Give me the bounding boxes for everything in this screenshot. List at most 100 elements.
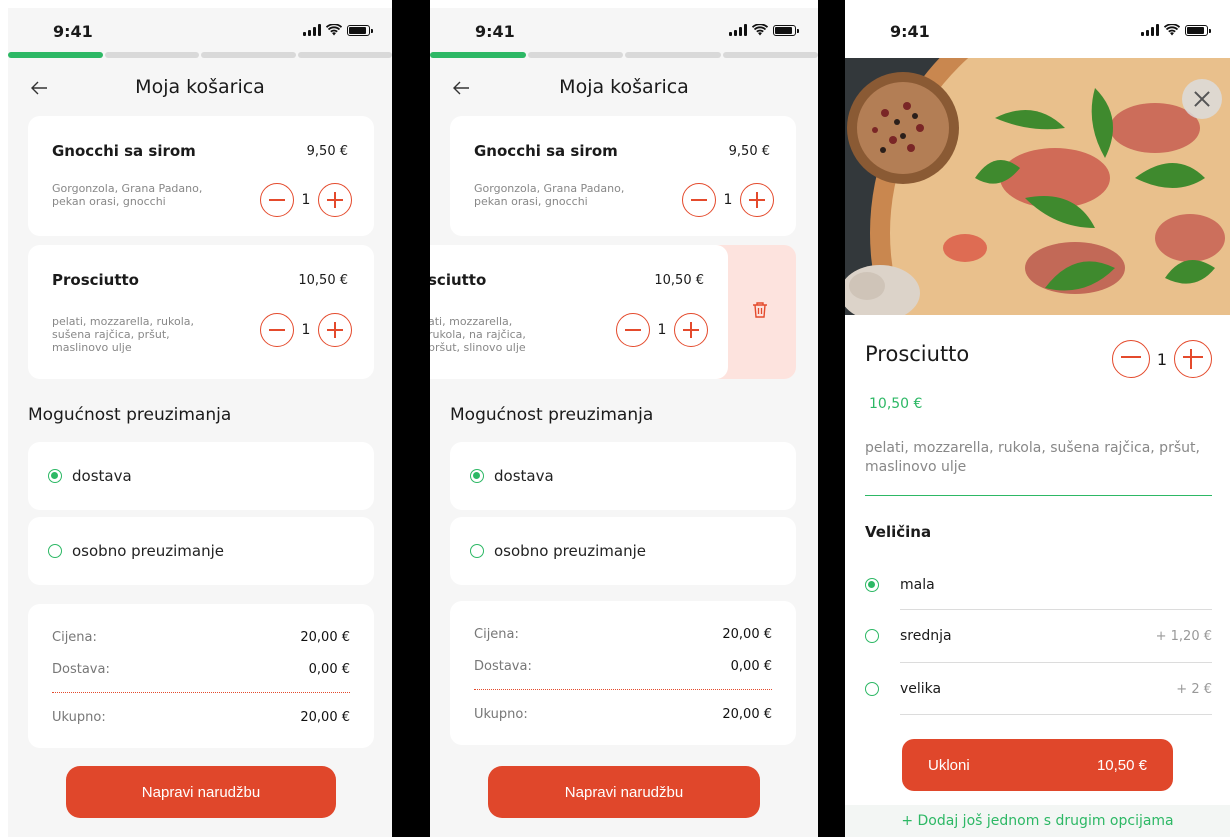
item-price: 9,50 € bbox=[728, 144, 770, 159]
item-price: 10,50 € bbox=[654, 273, 704, 288]
dotted-divider bbox=[474, 689, 772, 690]
quantity-stepper: 1 bbox=[1112, 340, 1212, 378]
increase-quantity-button[interactable] bbox=[740, 183, 774, 217]
pickup-section-title: Mogućnost preuzimanja bbox=[28, 405, 232, 425]
radio-unselected-icon bbox=[48, 544, 62, 558]
place-order-button[interactable]: Napravi narudžbu bbox=[488, 766, 760, 818]
pickup-option-label: osobno preuzimanje bbox=[72, 542, 224, 560]
screen-separator bbox=[818, 0, 845, 837]
remove-label: Ukloni bbox=[928, 756, 970, 774]
pizza-illustration bbox=[845, 58, 1230, 315]
cart-screen-swipe: 9:41 Moja košarica Gnocchi sa sirom 9,50… bbox=[430, 8, 818, 837]
radio-unselected-icon[interactable] bbox=[865, 682, 879, 696]
decrease-quantity-button[interactable] bbox=[1112, 340, 1150, 378]
size-extra-price: + 1,20 € bbox=[1155, 628, 1212, 644]
status-bar: 9:41 bbox=[8, 8, 392, 56]
item-description: Gorgonzola, Grana Padano, pekan orasi, g… bbox=[52, 182, 203, 208]
status-bar: 9:41 bbox=[845, 8, 1230, 56]
price-value: 20,00 € bbox=[722, 627, 772, 642]
radio-unselected-icon bbox=[470, 544, 484, 558]
item-price: 10,50 € bbox=[298, 273, 348, 288]
totals-card: Cijena: 20,00 € Dostava: 0,00 € Ukupno: … bbox=[450, 601, 796, 745]
quantity-value: 1 bbox=[301, 192, 311, 208]
quantity-stepper: 1 bbox=[616, 313, 708, 347]
quantity-value: 1 bbox=[657, 322, 667, 338]
size-section-title: Veličina bbox=[865, 523, 932, 541]
page-title: Moja košarica bbox=[135, 76, 265, 98]
totals-card: Cijena: 20,00 € Dostava: 0,00 € Ukupno: … bbox=[28, 604, 374, 748]
wifi-icon bbox=[1164, 24, 1180, 36]
quantity-value: 1 bbox=[723, 192, 733, 208]
increase-quantity-button[interactable] bbox=[1174, 340, 1212, 378]
add-again-link[interactable]: + Dodaj još jednom s drugim opcijama bbox=[845, 805, 1230, 837]
item-description: Gorgonzola, Grana Padano, pekan orasi, g… bbox=[474, 182, 625, 208]
size-option-medium[interactable]: srednja + 1,20 € bbox=[900, 610, 1212, 662]
product-name: Prosciutto bbox=[865, 342, 970, 366]
increase-quantity-button[interactable] bbox=[318, 313, 352, 347]
close-icon[interactable] bbox=[1182, 79, 1222, 119]
product-price: 10,50 € bbox=[869, 396, 923, 412]
remove-button[interactable]: Ukloni 10,50 € bbox=[902, 739, 1173, 791]
progress-bar bbox=[8, 52, 392, 58]
total-value: 20,00 € bbox=[300, 710, 350, 725]
battery-icon bbox=[773, 25, 799, 36]
total-label: Ukupno: bbox=[52, 710, 106, 725]
decrease-quantity-button[interactable] bbox=[616, 313, 650, 347]
signal-icon bbox=[729, 24, 747, 36]
price-label: Cijena: bbox=[52, 630, 97, 645]
status-time: 9:41 bbox=[890, 22, 930, 41]
status-time: 9:41 bbox=[53, 22, 93, 41]
decrease-quantity-button[interactable] bbox=[682, 183, 716, 217]
product-detail-screen: 9:41 Prosciutto 1 10,50 € pelati, mozzar… bbox=[845, 8, 1230, 837]
item-price: 9,50 € bbox=[306, 144, 348, 159]
decrease-quantity-button[interactable] bbox=[260, 313, 294, 347]
page-title: Moja košarica bbox=[559, 76, 689, 98]
delivery-label: Dostava: bbox=[52, 662, 110, 677]
increase-quantity-button[interactable] bbox=[318, 183, 352, 217]
size-label: mala bbox=[900, 577, 935, 593]
decrease-quantity-button[interactable] bbox=[260, 183, 294, 217]
wifi-icon bbox=[752, 24, 768, 36]
status-time: 9:41 bbox=[475, 22, 515, 41]
item-description: ati, mozzarella, rukola, na rajčica, prš… bbox=[430, 315, 526, 354]
delivery-value: 0,00 € bbox=[308, 662, 350, 677]
remove-price: 10,50 € bbox=[1096, 756, 1147, 774]
price-value: 20,00 € bbox=[300, 630, 350, 645]
total-label: Ukupno: bbox=[474, 707, 528, 722]
status-bar: 9:41 bbox=[430, 8, 818, 56]
item-description: pelati, mozzarella, rukola, sušena rajči… bbox=[52, 315, 195, 354]
size-option-large[interactable]: velika + 2 € bbox=[900, 663, 1212, 715]
total-value: 20,00 € bbox=[722, 707, 772, 722]
increase-quantity-button[interactable] bbox=[674, 313, 708, 347]
delivery-label: Dostava: bbox=[474, 659, 532, 674]
signal-icon bbox=[1141, 24, 1159, 36]
pickup-option-label: osobno preuzimanje bbox=[494, 542, 646, 560]
radio-selected-icon bbox=[470, 469, 484, 483]
size-label: velika bbox=[900, 681, 942, 697]
size-label: srednja bbox=[900, 628, 952, 644]
trash-icon[interactable] bbox=[752, 301, 768, 319]
divider bbox=[865, 495, 1212, 496]
pickup-option-personal[interactable]: osobno preuzimanje bbox=[450, 517, 796, 585]
progress-bar bbox=[430, 52, 818, 58]
pickup-option-delivery[interactable]: dostava bbox=[450, 442, 796, 510]
item-name: Gnocchi sa sirom bbox=[474, 142, 618, 160]
pickup-option-label: dostava bbox=[72, 467, 132, 485]
quantity-value: 1 bbox=[1156, 349, 1168, 369]
size-option-small[interactable]: mala bbox=[900, 559, 1212, 611]
battery-icon bbox=[1185, 25, 1211, 36]
pickup-option-delivery[interactable]: dostava bbox=[28, 442, 374, 510]
quantity-stepper: 1 bbox=[260, 183, 352, 217]
place-order-button[interactable]: Napravi narudžbu bbox=[66, 766, 336, 818]
cart-item: Gnocchi sa sirom 9,50 € Gorgonzola, Gran… bbox=[28, 116, 374, 236]
cart-item: Prosciutto 10,50 € pelati, mozzarella, r… bbox=[28, 245, 374, 379]
price-label: Cijena: bbox=[474, 627, 519, 642]
radio-unselected-icon[interactable] bbox=[865, 629, 879, 643]
pickup-option-personal[interactable]: osobno preuzimanje bbox=[28, 517, 374, 585]
cart-item: Gnocchi sa sirom 9,50 € Gorgonzola, Gran… bbox=[450, 116, 796, 236]
quantity-value: 1 bbox=[301, 322, 311, 338]
size-extra-price: + 2 € bbox=[1176, 681, 1212, 697]
product-image bbox=[845, 58, 1230, 315]
radio-selected-icon[interactable] bbox=[865, 578, 879, 592]
cart-item-swiped[interactable]: sciutto 10,50 € ati, mozzarella, rukola,… bbox=[430, 245, 728, 379]
